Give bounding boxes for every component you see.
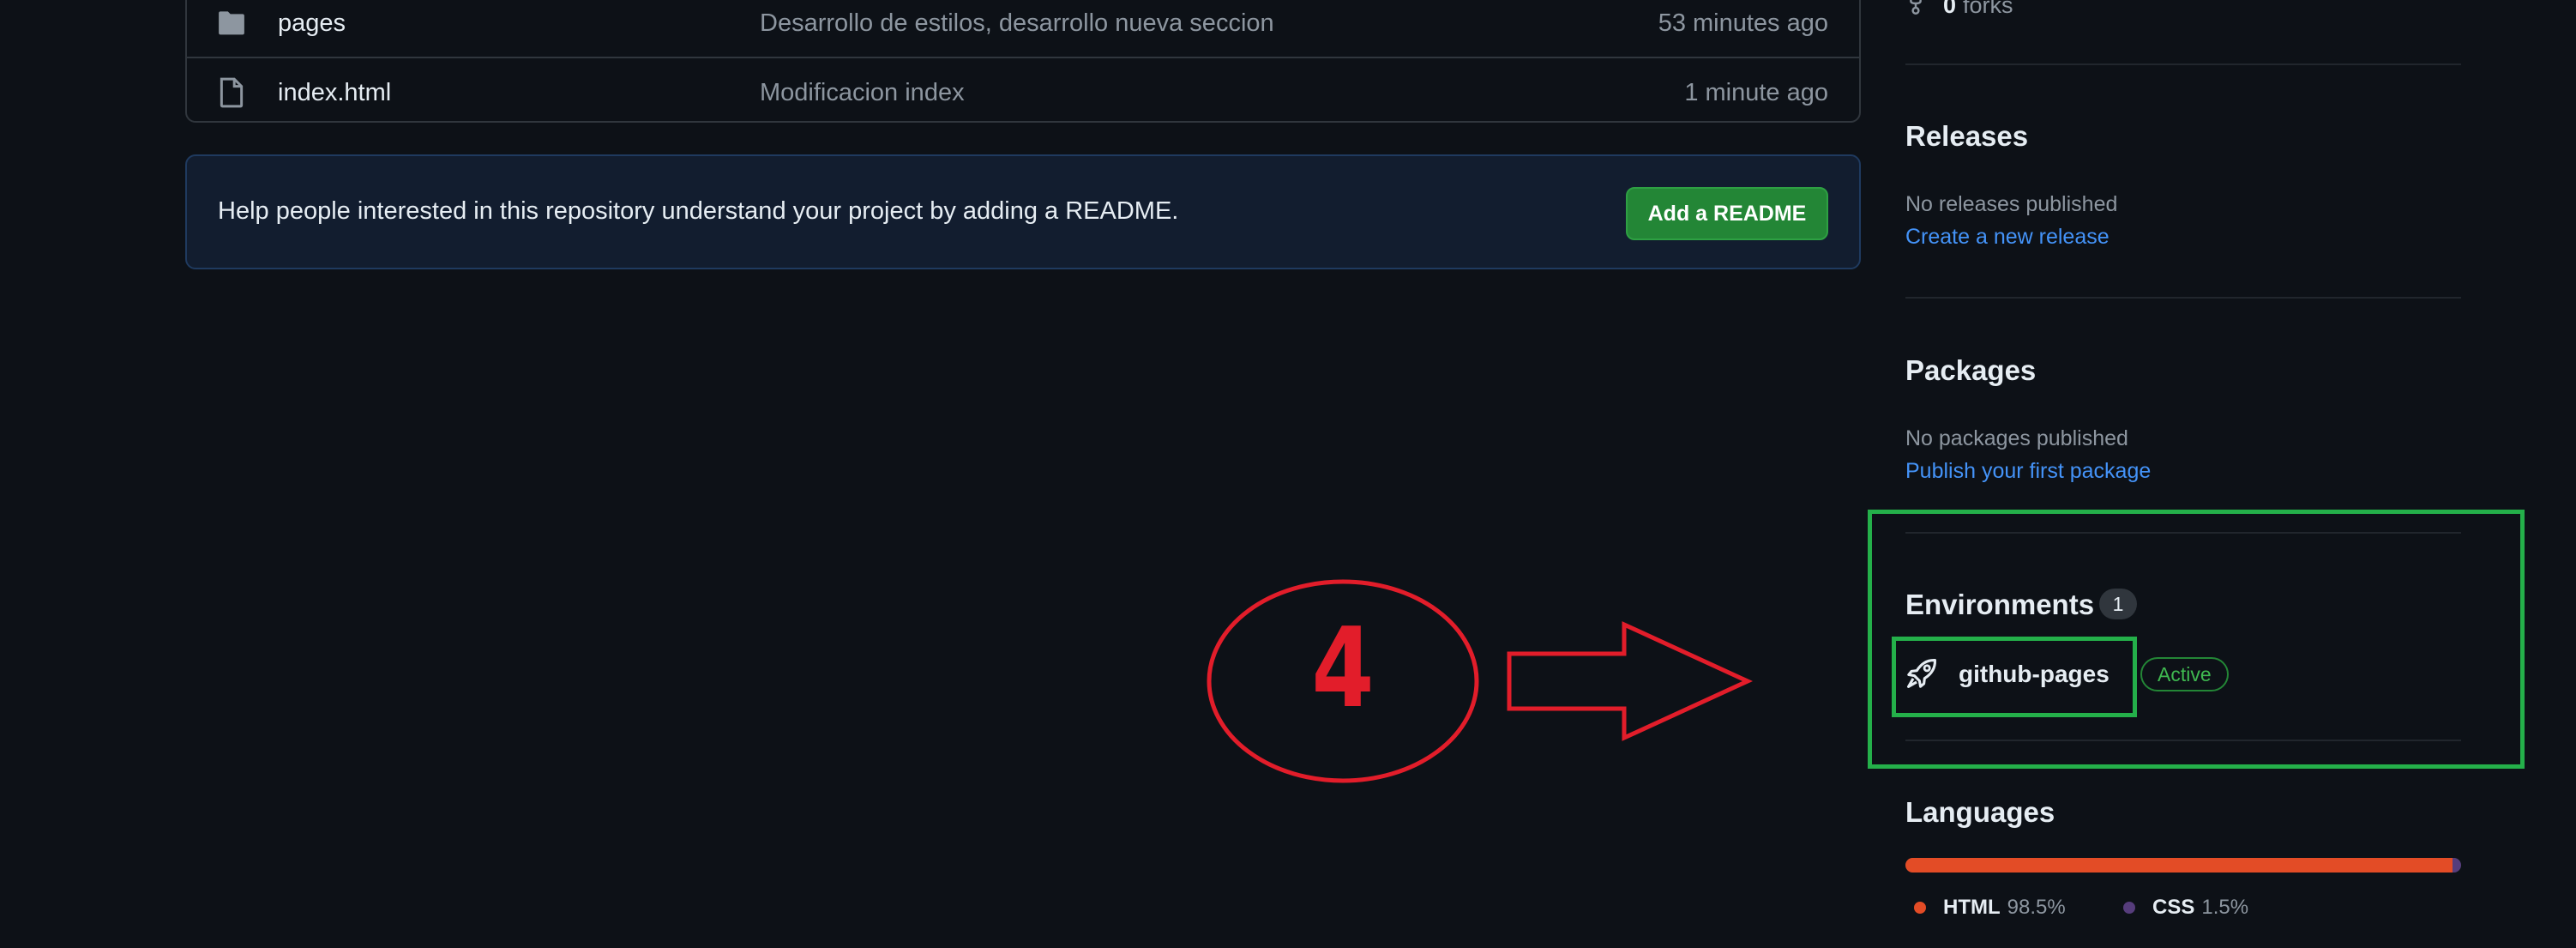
annotation-arrow — [1507, 621, 1754, 741]
publish-package-link[interactable]: Publish your first package — [1905, 459, 2151, 484]
readme-banner: Help people interested in this repositor… — [185, 154, 1861, 269]
file-name[interactable]: index.html — [278, 79, 391, 107]
languages-heading: Languages — [1905, 796, 2055, 828]
commit-time: 1 minute ago — [1684, 78, 1828, 106]
fork-icon — [1905, 0, 1926, 21]
forks-label: forks — [1963, 0, 2013, 18]
packages-empty-text: No packages published — [1905, 426, 2128, 450]
file-icon — [216, 77, 247, 108]
annotation-highlight-box-inner — [1892, 637, 2137, 717]
readme-banner-text: Help people interested in this repositor… — [218, 197, 1179, 225]
create-release-link[interactable]: Create a new release — [1905, 225, 2110, 250]
commit-message[interactable]: Desarrollo de estilos, desarrollo nueva … — [760, 9, 1274, 38]
sidebar-divider — [1905, 297, 2461, 299]
packages-heading[interactable]: Packages — [1905, 354, 2036, 387]
language-item-css[interactable]: CSS 1.5% — [2123, 894, 2248, 921]
forks-link[interactable]: 0 forks — [1905, 0, 2013, 22]
language-color-dot — [1914, 902, 1926, 914]
language-percent: 1.5% — [2201, 896, 2249, 919]
language-color-dot — [2123, 902, 2135, 914]
add-readme-button[interactable]: Add a README — [1626, 187, 1828, 240]
file-row[interactable]: index.html Modificacion index 1 minute a… — [187, 58, 1859, 127]
folder-icon — [216, 8, 247, 39]
sidebar-divider — [1905, 63, 2461, 65]
language-percent: 98.5% — [2007, 896, 2066, 919]
commit-message[interactable]: Modificacion index — [760, 79, 965, 107]
commit-time: 53 minutes ago — [1658, 9, 1828, 37]
annotation-step-number: 4 — [1311, 605, 1375, 733]
languages-bar — [1905, 858, 2461, 873]
language-item-html[interactable]: HTML 98.5% — [1914, 894, 2066, 921]
language-bar-segment-css — [2453, 858, 2461, 873]
language-bar-segment-html — [1905, 858, 2453, 873]
file-name[interactable]: pages — [278, 9, 346, 38]
file-table: pages Desarrollo de estilos, desarrollo … — [185, 0, 1861, 123]
language-name: HTML — [1943, 896, 2001, 919]
file-row[interactable]: pages Desarrollo de estilos, desarrollo … — [187, 0, 1859, 58]
releases-empty-text: No releases published — [1905, 192, 2118, 216]
forks-count: 0 — [1943, 0, 1957, 18]
releases-heading[interactable]: Releases — [1905, 120, 2028, 153]
language-name: CSS — [2152, 896, 2195, 919]
